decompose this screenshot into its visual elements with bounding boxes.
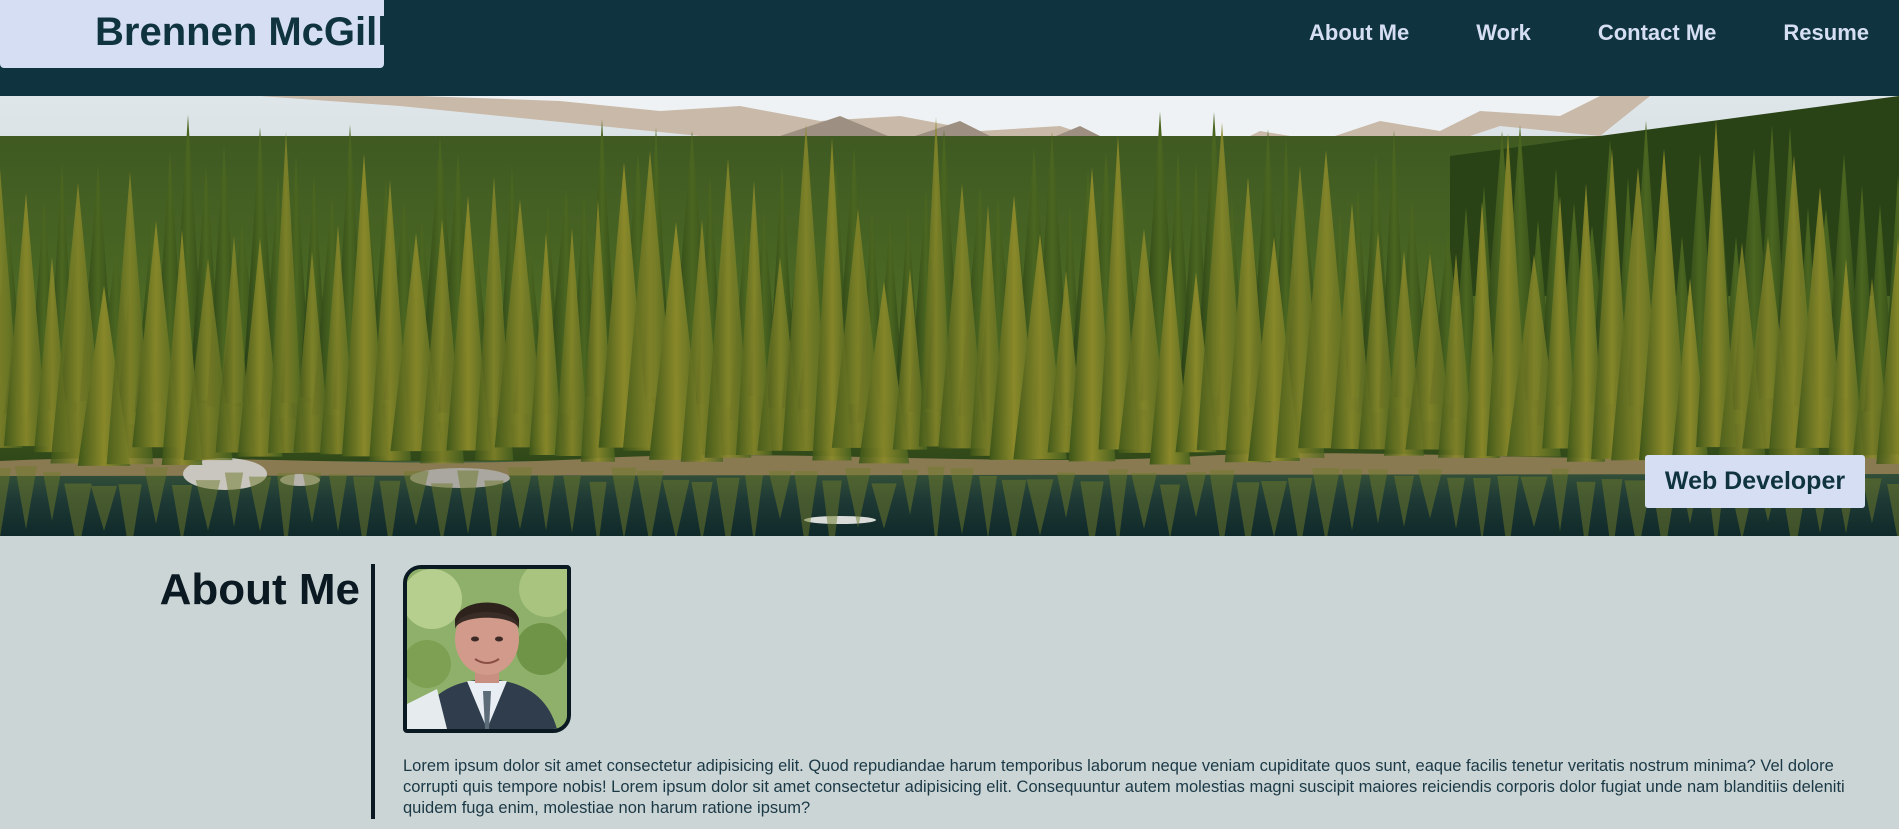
brand-box: Brennen McGill xyxy=(0,0,388,68)
nav-work[interactable]: Work xyxy=(1476,20,1531,46)
about-heading: About Me xyxy=(159,565,360,614)
forest-lake-illustration xyxy=(0,96,1899,536)
nav-resume[interactable]: Resume xyxy=(1783,20,1869,46)
nav-contact-me[interactable]: Contact Me xyxy=(1598,20,1717,46)
brand-name: Brennen McGill xyxy=(95,10,389,54)
about-section: About Me Lorem ipsum dolor sit amet cons… xyxy=(0,536,1899,829)
main-nav: About Me Work Contact Me Resume xyxy=(1242,20,1869,46)
site-header: Brennen McGill About Me Work Contact Me … xyxy=(0,0,1899,96)
vertical-divider xyxy=(371,564,375,819)
hero-banner-image xyxy=(0,96,1899,536)
role-badge: Web Developer xyxy=(1645,455,1865,508)
about-bio-text: Lorem ipsum dolor sit amet consectetur a… xyxy=(403,757,1845,817)
profile-photo xyxy=(403,565,571,733)
nav-about-me[interactable]: About Me xyxy=(1309,20,1409,46)
person-portrait-icon xyxy=(407,569,567,729)
